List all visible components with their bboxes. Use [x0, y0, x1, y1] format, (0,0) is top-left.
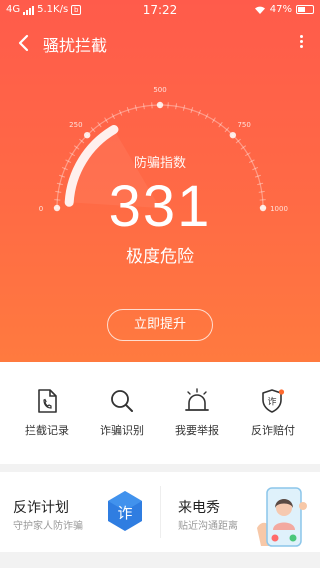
phone-caller-illustration — [257, 487, 307, 547]
gauge-tick-dot — [156, 101, 164, 109]
title-bar: 骚扰拦截 — [0, 28, 320, 58]
tool-label: 反诈赔付 — [251, 424, 295, 437]
gauge-minor-tick — [73, 145, 80, 150]
tool-call-log[interactable]: 拦截记录 — [7, 388, 87, 438]
card-divider — [160, 486, 161, 538]
tool-fraud-detect[interactable]: 诈骗识别 — [82, 388, 162, 438]
fraud-shield-icon: 诈 — [262, 389, 285, 413]
gauge-minor-tick — [240, 145, 247, 150]
feature-cards: 反诈计划 守护家人防诈骗 诈 来电秀 贴近沟通距离 — [0, 472, 320, 552]
gauge-tick-dot — [83, 131, 91, 139]
battery-icon — [296, 5, 314, 14]
gauge-tick-label: 500 — [153, 86, 166, 94]
gauge-minor-tick — [175, 103, 178, 110]
fraud-badge-icon: 诈 — [108, 491, 142, 531]
tool-compensation[interactable]: 诈 反诈赔付 — [233, 388, 313, 438]
tool-label: 诈骗识别 — [100, 424, 144, 437]
gauge-minor-tick — [134, 104, 138, 111]
page-title: 骚扰拦截 — [43, 36, 108, 55]
gauge-minor-tick — [182, 104, 186, 111]
back-arrow-icon[interactable] — [14, 32, 34, 54]
tool-label: 我要举报 — [175, 424, 219, 437]
gauge-minor-tick — [97, 121, 102, 128]
wifi-icon — [254, 6, 265, 14]
svg-text:诈: 诈 — [117, 504, 132, 522]
search-icon — [111, 390, 133, 412]
tool-label: 拦截记录 — [25, 424, 69, 437]
improve-now-button[interactable]: 立即提升 — [107, 309, 213, 341]
status-bar: 4G 5.1K/s b 17:22 47% — [0, 0, 320, 22]
card-anti-fraud-plan[interactable]: 反诈计划 守护家人防诈骗 诈 — [0, 472, 160, 552]
gauge-minor-tick — [142, 103, 145, 110]
card-subtitle: 贴近沟通距离 — [178, 521, 238, 532]
gauge-minor-tick — [218, 121, 223, 128]
fraud-score: 331 — [108, 174, 212, 239]
tool-grid: 拦截记录 诈骗识别 我要举报 诈 反诈赔付 — [0, 362, 320, 464]
gauge-tick-dot — [229, 131, 237, 139]
card-caller-show[interactable]: 来电秀 贴近沟通距离 — [165, 472, 320, 552]
risk-level: 极度危险 — [126, 247, 194, 267]
card-title: 来电秀 — [178, 500, 220, 516]
hero-panel: 4G 5.1K/s b 17:22 47% 骚扰拦截 0 250 500 750 100… — [0, 0, 320, 362]
tool-report[interactable]: 我要举报 — [157, 388, 237, 438]
gauge-label: 防骗指数 — [133, 156, 186, 171]
card-title: 反诈计划 — [13, 500, 69, 516]
card-subtitle: 守护家人防诈骗 — [13, 521, 83, 532]
svg-text:诈: 诈 — [267, 396, 276, 408]
gauge-tick-label: 750 — [237, 121, 250, 129]
siren-icon — [185, 388, 209, 411]
gauge-tick-label: 250 — [69, 121, 82, 129]
more-options-icon[interactable] — [296, 33, 306, 53]
battery-percent: 47% — [269, 4, 292, 15]
call-log-icon — [38, 389, 57, 413]
